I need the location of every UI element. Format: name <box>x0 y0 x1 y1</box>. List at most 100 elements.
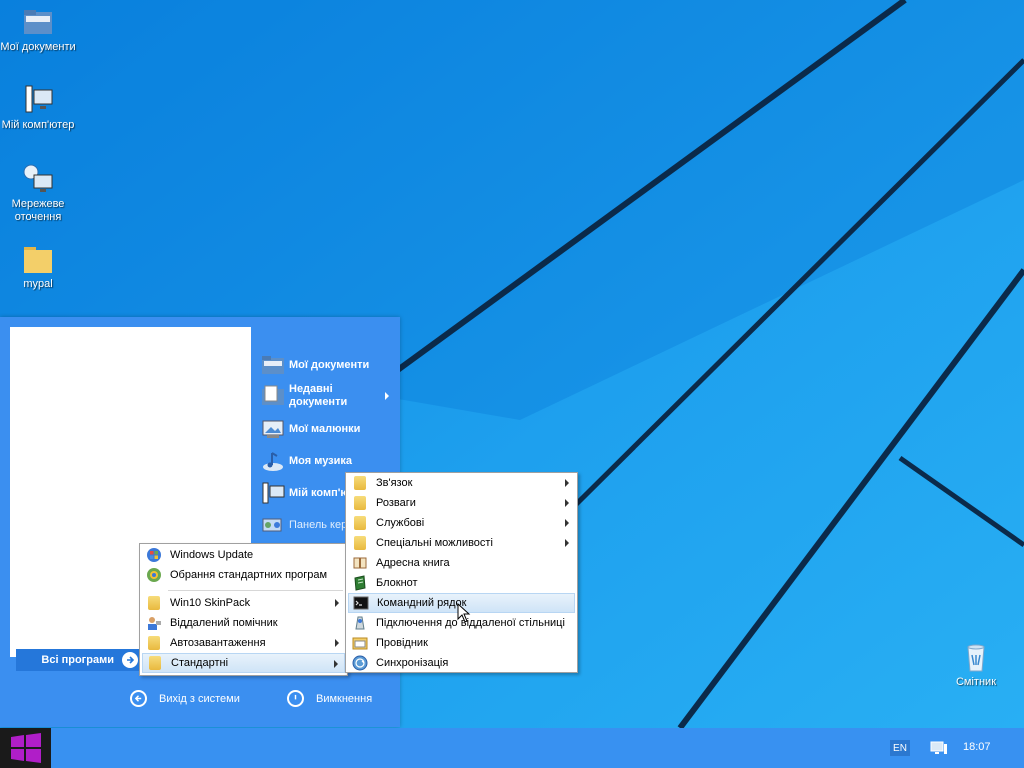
start-item-my-documents[interactable]: Мої документи <box>261 353 401 377</box>
command-prompt-icon <box>353 596 369 610</box>
menu-item-system-tools[interactable]: Службові <box>348 513 575 533</box>
submenu-arrow-icon <box>334 660 338 668</box>
menu-item-startup[interactable]: Автозавантаження <box>142 633 345 653</box>
start-item-label: Моя музика <box>289 454 353 467</box>
desktop-icon-label: Мої документи <box>0 41 76 53</box>
menu-item-label: Спеціальні можливості <box>376 537 493 549</box>
explorer-icon <box>352 637 368 650</box>
start-item-my-pictures[interactable]: Мої малюнки <box>261 417 401 441</box>
submenu-arrow-icon <box>565 479 569 487</box>
start-item-label: Мої документи <box>289 358 370 371</box>
logoff-button[interactable]: Вихід з системи <box>130 690 240 707</box>
menu-item-accessories[interactable]: Стандартні <box>142 653 345 673</box>
folder-icon <box>354 476 366 490</box>
menu-item-label: Обрання стандартних програм <box>170 569 328 581</box>
menu-item-entertainment[interactable]: Розваги <box>348 493 575 513</box>
submenu-arrow-icon <box>565 539 569 547</box>
all-programs-label: Всі програми <box>41 654 114 666</box>
start-item-recent-documents[interactable]: Недавні документи <box>261 383 361 409</box>
menu-item-remote-assistance[interactable]: Віддалений помічник <box>142 613 345 633</box>
menu-separator <box>168 590 343 591</box>
desktop-icon-recycle-bin[interactable]: Смітник <box>938 641 1014 689</box>
shutdown-label: Вимкнення <box>316 692 373 705</box>
menu-item-label: Win10 SkinPack <box>170 597 251 609</box>
windows-logo-icon <box>10 733 41 763</box>
arrow-right-icon <box>122 652 138 668</box>
sync-icon <box>352 655 368 671</box>
start-item-my-music[interactable]: Моя музика <box>261 449 401 473</box>
language-indicator[interactable]: EN <box>890 740 910 756</box>
desktop-icon-mypal[interactable]: mypal <box>0 243 76 291</box>
folder-icon <box>149 656 161 670</box>
menu-item-label: Windows Update <box>170 549 254 561</box>
menu-item-label: Розваги <box>376 497 416 509</box>
network-status-icon[interactable] <box>930 740 948 756</box>
menu-item-address-book[interactable]: Адресна книга <box>348 553 575 573</box>
recycle-bin-icon <box>967 644 985 672</box>
remote-desktop-icon <box>355 616 365 630</box>
desktop-icon-label: Мережеве оточення <box>11 198 65 223</box>
menu-item-label: Командний рядок <box>377 597 467 609</box>
computer-icon <box>262 482 285 504</box>
submenu-arrow-icon <box>335 639 339 647</box>
submenu-arrow-icon <box>335 599 339 607</box>
folder-icon <box>24 247 52 273</box>
submenu-arrow-icon <box>385 392 389 400</box>
taskbar-clock[interactable]: 18:07 <box>963 741 991 753</box>
mouse-cursor-icon <box>457 603 471 623</box>
menu-item-label: Службові <box>376 517 425 529</box>
menu-item-default-programs[interactable]: Обрання стандартних програм <box>142 565 345 585</box>
folder-icon <box>148 636 160 650</box>
menu-item-notepad[interactable]: Блокнот <box>348 573 575 593</box>
menu-item-accessibility[interactable]: Спеціальні можливості <box>348 533 575 553</box>
folder-icon <box>148 596 160 610</box>
notepad-icon <box>354 575 366 591</box>
menu-item-windows-update[interactable]: Windows Update <box>142 545 345 565</box>
menu-item-label: Зв'язок <box>376 477 413 489</box>
folder-icon <box>354 496 366 510</box>
menu-item-label: Адресна книга <box>376 557 450 569</box>
music-icon <box>263 452 283 471</box>
taskbar: EN 18:07 <box>0 728 1024 768</box>
logoff-label: Вихід з системи <box>159 692 240 705</box>
folder-documents-icon <box>24 10 52 34</box>
folder-icon <box>354 516 366 530</box>
desktop-icon-my-computer[interactable]: Мій комп'ютер <box>0 84 76 132</box>
start-item-label: Мої малюнки <box>289 422 361 435</box>
desktop-icon-label: Мій комп'ютер <box>1 119 75 131</box>
network-icon <box>23 164 53 192</box>
desktop-icon-label: mypal <box>23 278 53 290</box>
menu-item-label: Автозавантаження <box>170 637 266 649</box>
accessories-menu: Зв'язок Розваги Службові Спеціальні можл… <box>345 472 578 673</box>
all-programs-button[interactable]: Всі програми <box>16 649 140 671</box>
menu-item-sync[interactable]: Синхронізація <box>348 653 575 673</box>
recent-documents-icon <box>262 385 284 405</box>
programs-menu: Windows Update Обрання стандартних прогр… <box>139 543 348 676</box>
menu-item-explorer[interactable]: Провідник <box>348 633 575 653</box>
desktop-icon-network[interactable]: Мережеве оточення <box>0 163 76 224</box>
menu-item-label: Блокнот <box>376 577 418 589</box>
submenu-arrow-icon <box>565 499 569 507</box>
menu-item-win10-skinpack[interactable]: Win10 SkinPack <box>142 593 345 613</box>
submenu-arrow-icon <box>565 519 569 527</box>
menu-item-label: Стандартні <box>171 657 229 669</box>
menu-item-label: Провідник <box>376 637 428 649</box>
pictures-icon <box>262 420 284 438</box>
desktop-icon-label: Смітник <box>955 676 997 688</box>
start-item-label: Недавні документи <box>289 383 348 408</box>
computer-icon <box>25 85 53 113</box>
menu-item-label: Синхронізація <box>376 657 449 669</box>
menu-item-communications[interactable]: Зв'язок <box>348 473 575 493</box>
windows-update-icon <box>147 548 161 562</box>
default-programs-icon <box>147 568 161 582</box>
logoff-icon <box>130 690 147 707</box>
start-button[interactable] <box>0 728 51 768</box>
shutdown-button[interactable]: Вимкнення <box>287 690 372 707</box>
control-panel-icon <box>262 518 282 532</box>
menu-item-label: Віддалений помічник <box>170 617 278 629</box>
folder-icon <box>354 536 366 550</box>
address-book-icon <box>353 557 367 569</box>
desktop-icon-my-documents[interactable]: Мої документи <box>0 6 76 54</box>
documents-icon <box>262 356 284 374</box>
power-icon <box>287 690 304 707</box>
